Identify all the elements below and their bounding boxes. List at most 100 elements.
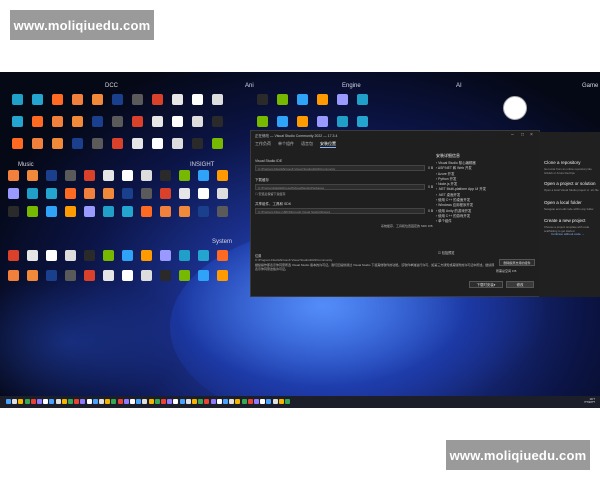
desktop-app-icon[interactable] (132, 138, 143, 149)
taskbar-app-icon[interactable] (173, 399, 179, 404)
desktop-app-icon[interactable] (84, 188, 95, 199)
desktop-app-icon[interactable] (277, 94, 288, 105)
modify-button[interactable]: 修改 (506, 281, 534, 288)
desktop-app-icon[interactable] (46, 188, 57, 199)
taskbar-app-icon[interactable] (192, 399, 197, 404)
desktop-app-icon[interactable] (172, 138, 183, 149)
desktop-app-icon[interactable] (32, 94, 43, 105)
taskbar-app-icon[interactable] (80, 399, 86, 404)
desktop-app-icon[interactable] (92, 116, 103, 127)
desktop-app-icon[interactable] (46, 270, 57, 281)
desktop-app-icon[interactable] (122, 206, 133, 217)
desktop-app-icon[interactable] (152, 94, 163, 105)
desktop-app-icon[interactable] (297, 116, 308, 127)
taskbar-app-icon[interactable] (142, 399, 148, 404)
desktop-app-icon[interactable] (103, 170, 114, 181)
keep-cache-checkbox[interactable]: ☐ 安装后保留下载缓存 (255, 192, 286, 196)
taskbar-app-icon[interactable] (130, 399, 135, 404)
taskbar-app-icon[interactable] (12, 399, 18, 404)
desktop-app-icon[interactable] (112, 94, 123, 105)
cache-path-input[interactable]: C:\ProgramData\Microsoft\VisualStudio\Pa… (255, 184, 425, 190)
desktop-app-icon[interactable] (84, 250, 95, 261)
desktop-app-icon[interactable] (337, 116, 348, 127)
desktop-app-icon[interactable] (160, 270, 171, 281)
desktop-app-icon[interactable] (357, 94, 368, 105)
desktop-app-icon[interactable] (141, 188, 152, 199)
taskbar-app-icon[interactable] (117, 399, 123, 404)
taskbar-app-icon[interactable] (179, 399, 185, 404)
desktop-app-icon[interactable] (8, 170, 19, 181)
taskbar-app-icon[interactable] (185, 399, 191, 404)
desktop-app-icon[interactable] (72, 94, 83, 105)
desktop-app-icon[interactable] (212, 116, 223, 127)
desktop-app-icon[interactable] (317, 94, 328, 105)
desktop-app-icon[interactable] (103, 270, 114, 281)
taskbar-app-icon[interactable] (204, 399, 210, 404)
desktop-app-icon[interactable] (152, 116, 163, 127)
desktop-app-icon[interactable] (172, 116, 183, 127)
desktop-app-icon[interactable] (65, 188, 76, 199)
desktop-app-icon[interactable] (357, 116, 368, 127)
desktop-app-icon[interactable] (92, 94, 103, 105)
taskbar-app-icon[interactable] (223, 399, 228, 404)
tab-language-packs[interactable]: 语言包 (301, 141, 313, 148)
desktop-app-icon[interactable] (112, 116, 123, 127)
taskbar-app-icon[interactable] (154, 399, 160, 404)
install-detail-item[interactable]: › 单个组件 (436, 219, 534, 224)
taskbar-app-icon[interactable] (68, 399, 73, 404)
taskbar-app-icon[interactable] (216, 399, 222, 404)
desktop-app-icon[interactable] (46, 250, 57, 261)
continue-without-code-link[interactable]: Continue without code → (551, 232, 585, 236)
install-mode-dropdown[interactable]: 下载时安装 ▾ (469, 281, 503, 288)
desktop-app-icon[interactable] (12, 116, 23, 127)
desktop-app-icon[interactable] (112, 138, 123, 149)
desktop-app-icon[interactable] (92, 138, 103, 149)
clone-repo-title[interactable]: Clone a repository (544, 160, 581, 165)
desktop-app-icon[interactable] (65, 270, 76, 281)
taskbar-app-icon[interactable] (49, 399, 55, 404)
desktop-app-icon[interactable] (132, 94, 143, 105)
desktop-app-icon[interactable] (160, 250, 171, 261)
desktop-app-icon[interactable] (179, 170, 190, 181)
desktop-app-icon[interactable] (8, 250, 19, 261)
desktop-app-icon[interactable] (212, 138, 223, 149)
desktop-app-icon[interactable] (192, 138, 203, 149)
taskbar-app-icon[interactable] (229, 399, 235, 404)
taskbar-app-icon[interactable] (266, 399, 272, 404)
desktop-app-icon[interactable] (198, 206, 209, 217)
minimize-icon[interactable]: – (511, 132, 514, 138)
desktop-app-icon[interactable] (72, 138, 83, 149)
taskbar-app-icon[interactable] (37, 399, 42, 404)
desktop-app-icon[interactable] (337, 94, 348, 105)
desktop-app-icon[interactable] (212, 94, 223, 105)
desktop-app-icon[interactable] (160, 206, 171, 217)
taskbar-app-icon[interactable] (123, 399, 129, 404)
taskbar-app-icon[interactable] (92, 399, 98, 404)
desktop-app-icon[interactable] (179, 270, 190, 281)
desktop-app-icon[interactable] (8, 206, 19, 217)
taskbar-app-icon[interactable] (86, 399, 92, 404)
desktop-app-icon[interactable] (172, 94, 183, 105)
taskbar-app-icon[interactable] (167, 399, 173, 404)
desktop-app-icon[interactable] (65, 170, 76, 181)
taskbar-app-icon[interactable] (18, 399, 24, 404)
desktop-app-icon[interactable] (152, 138, 163, 149)
taskbar-app-icon[interactable] (30, 399, 36, 404)
desktop-app-icon[interactable] (198, 270, 209, 281)
taskbar-app-icon[interactable] (285, 399, 290, 404)
tab-install-locations[interactable]: 安装位置 (320, 141, 336, 148)
desktop-app-icon[interactable] (84, 170, 95, 181)
desktop-app-icon[interactable] (65, 250, 76, 261)
remove-unsupported-button[interactable]: 删除脱离支持的组件 (499, 259, 535, 266)
taskbar-app-icon[interactable] (198, 399, 204, 404)
desktop-app-icon[interactable] (122, 188, 133, 199)
desktop-app-icon[interactable] (179, 206, 190, 217)
desktop-app-icon[interactable] (27, 170, 38, 181)
tab-components[interactable]: 单个组件 (278, 141, 294, 148)
desktop-app-icon[interactable] (84, 206, 95, 217)
taskbar-app-icon[interactable] (43, 399, 49, 404)
taskbar-app-icon[interactable] (136, 399, 142, 404)
taskbar-app-icon[interactable] (278, 399, 284, 404)
taskbar-app-icon[interactable] (6, 399, 11, 404)
desktop-app-icon[interactable] (122, 270, 133, 281)
